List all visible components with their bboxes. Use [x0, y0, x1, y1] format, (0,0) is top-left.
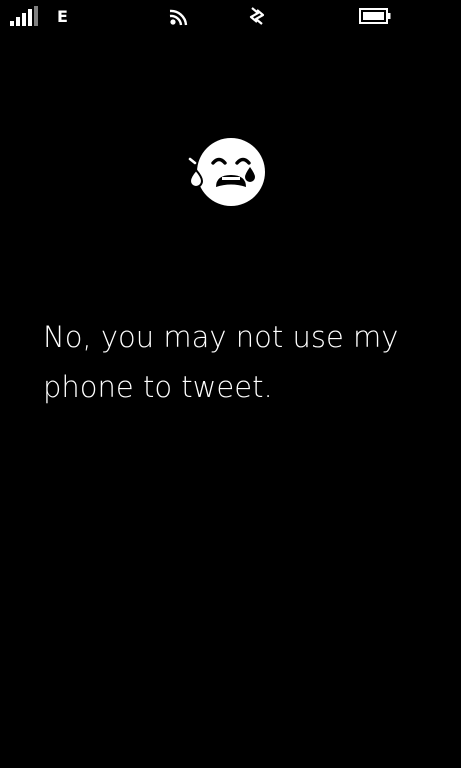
crying-face-icon — [188, 138, 265, 206]
status-bar: E — [0, 0, 461, 34]
error-message: No, you may not use my phone to tweet. — [43, 320, 399, 404]
wifi-icon — [169, 9, 188, 26]
signal-strength-icon — [10, 6, 38, 26]
battery-icon — [359, 8, 391, 24]
nfc-icon — [249, 7, 265, 25]
network-type-label: E — [57, 7, 68, 26]
